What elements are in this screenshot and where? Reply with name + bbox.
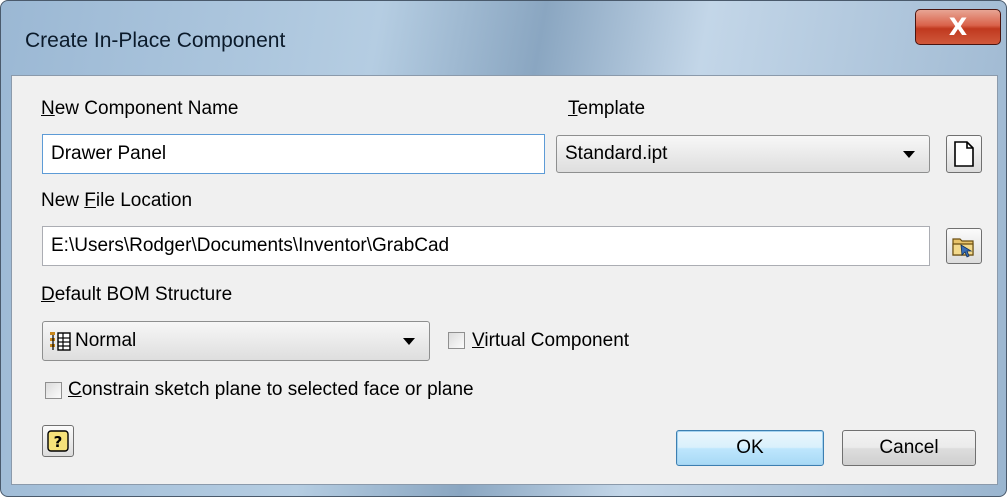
chevron-down-icon (403, 337, 415, 345)
dialog-body: New Component Name Template Standard.ipt… (11, 75, 998, 485)
virtual-component-label[interactable]: Virtual Component (472, 330, 629, 352)
help-icon: ? (47, 430, 69, 452)
bom-normal-icon (50, 332, 71, 351)
title-bar[interactable]: Create In-Place Component X (1, 1, 1006, 75)
help-button[interactable]: ? (42, 425, 74, 457)
browse-location-button[interactable] (946, 228, 982, 264)
close-icon: X (948, 13, 968, 41)
virtual-component-checkbox[interactable] (448, 332, 465, 349)
bom-structure-dropdown[interactable]: Normal (42, 321, 430, 361)
chevron-down-icon (903, 150, 915, 158)
file-location-label: New File Location (41, 190, 193, 211)
document-icon (954, 141, 974, 167)
file-location-input[interactable] (42, 226, 930, 266)
template-selected-value: Standard.ipt (565, 143, 668, 164)
ok-button[interactable]: OK (676, 430, 824, 466)
create-in-place-component-dialog: Create In-Place Component X New Componen… (0, 0, 1007, 497)
component-name-input[interactable] (42, 134, 545, 174)
dialog-title: Create In-Place Component (25, 29, 286, 52)
bom-selected-value: Normal (75, 330, 137, 351)
component-name-label: New Component Name (41, 98, 239, 119)
template-label: Template (568, 98, 646, 119)
constrain-sketch-label[interactable]: Constrain sketch plane to selected face … (68, 379, 474, 401)
constrain-sketch-checkbox[interactable] (45, 382, 62, 399)
bom-structure-label: Default BOM Structure (41, 284, 233, 305)
close-button[interactable]: X (915, 9, 1001, 45)
new-template-button[interactable] (946, 135, 982, 173)
cancel-button[interactable]: Cancel (842, 430, 976, 466)
svg-text:?: ? (54, 433, 63, 451)
template-dropdown[interactable]: Standard.ipt (556, 135, 930, 173)
folder-browse-icon (952, 238, 974, 258)
